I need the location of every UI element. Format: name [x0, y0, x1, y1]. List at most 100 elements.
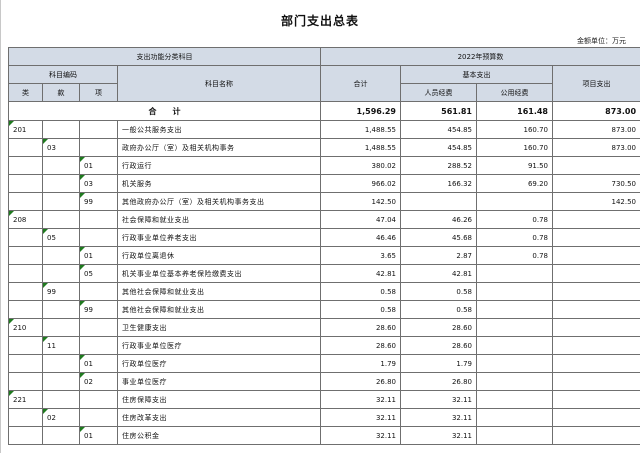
- cell-section[interactable]: 99: [42, 282, 80, 301]
- header-subject-name[interactable]: 科目名称: [117, 65, 321, 102]
- cell-section[interactable]: [42, 426, 80, 445]
- cell-project[interactable]: [551, 156, 640, 175]
- cell-section[interactable]: 03: [42, 138, 80, 157]
- header-section[interactable]: 款: [42, 83, 80, 102]
- cell-project[interactable]: [551, 264, 640, 283]
- cell-personnel[interactable]: 42.81: [400, 264, 477, 283]
- cell-total[interactable]: 380.02: [320, 156, 401, 175]
- cell-class[interactable]: 221: [8, 390, 43, 409]
- cell-section[interactable]: [42, 192, 80, 211]
- cell-total[interactable]: 46.46: [320, 228, 401, 247]
- header-personnel[interactable]: 人员经费: [400, 83, 477, 102]
- cell-personnel[interactable]: 0.58: [400, 282, 477, 301]
- cell-public[interactable]: [476, 336, 553, 355]
- cell-section[interactable]: [42, 174, 80, 193]
- cell-section[interactable]: [42, 372, 80, 391]
- cell-item[interactable]: 01: [79, 354, 118, 373]
- cell-class[interactable]: [8, 264, 43, 283]
- cell-public[interactable]: 69.20: [476, 174, 553, 193]
- cell-class[interactable]: [8, 138, 43, 157]
- cell-project[interactable]: [551, 390, 640, 409]
- cell-project[interactable]: [551, 300, 640, 319]
- cell-item[interactable]: 99: [79, 192, 118, 211]
- total-cell-personnel[interactable]: 561.81: [400, 101, 477, 121]
- header-func-class[interactable]: 支出功能分类科目: [8, 47, 321, 66]
- cell-section[interactable]: 05: [42, 228, 80, 247]
- cell-public[interactable]: [476, 372, 553, 391]
- cell-personnel[interactable]: 288.52: [400, 156, 477, 175]
- header-subject-code[interactable]: 科目编码: [8, 65, 118, 84]
- cell-item[interactable]: 01: [79, 156, 118, 175]
- cell-class[interactable]: [8, 156, 43, 175]
- cell-subject-name[interactable]: 机关服务: [117, 174, 321, 193]
- cell-public[interactable]: 160.70: [476, 138, 553, 157]
- cell-item[interactable]: 99: [79, 300, 118, 319]
- cell-public[interactable]: [476, 318, 553, 337]
- cell-subject-name[interactable]: 行政单位医疗: [117, 354, 321, 373]
- header-basic-expense[interactable]: 基本支出: [400, 65, 553, 84]
- cell-class[interactable]: [8, 282, 43, 301]
- cell-public[interactable]: 91.50: [476, 156, 553, 175]
- cell-personnel[interactable]: 26.80: [400, 372, 477, 391]
- cell-section[interactable]: [42, 246, 80, 265]
- cell-section[interactable]: [42, 264, 80, 283]
- cell-section[interactable]: [42, 156, 80, 175]
- header-item[interactable]: 项: [79, 83, 118, 102]
- cell-project[interactable]: 142.50: [551, 192, 640, 211]
- cell-personnel[interactable]: 166.32: [400, 174, 477, 193]
- cell-project[interactable]: [551, 426, 640, 445]
- cell-personnel[interactable]: 46.26: [400, 210, 477, 229]
- cell-class[interactable]: [8, 372, 43, 391]
- cell-item[interactable]: [79, 228, 118, 247]
- cell-public[interactable]: 0.78: [476, 210, 553, 229]
- cell-personnel[interactable]: 32.11: [400, 390, 477, 409]
- cell-class[interactable]: [8, 192, 43, 211]
- cell-item[interactable]: [79, 210, 118, 229]
- cell-item[interactable]: [79, 120, 118, 139]
- cell-subject-name[interactable]: 机关事业单位基本养老保险缴费支出: [117, 264, 321, 283]
- total-label[interactable]: 合 计: [8, 101, 321, 121]
- cell-item[interactable]: 02: [79, 372, 118, 391]
- cell-public[interactable]: [476, 408, 553, 427]
- cell-project[interactable]: [551, 372, 640, 391]
- cell-item[interactable]: 05: [79, 264, 118, 283]
- cell-total[interactable]: 47.04: [320, 210, 401, 229]
- cell-total[interactable]: 28.60: [320, 336, 401, 355]
- cell-project[interactable]: [551, 228, 640, 247]
- cell-subject-name[interactable]: 政府办公厅（室）及相关机构事务: [117, 138, 321, 157]
- cell-class[interactable]: [8, 246, 43, 265]
- cell-section[interactable]: 02: [42, 408, 80, 427]
- cell-public[interactable]: 0.78: [476, 228, 553, 247]
- cell-personnel[interactable]: 32.11: [400, 408, 477, 427]
- cell-personnel[interactable]: 454.85: [400, 138, 477, 157]
- cell-section[interactable]: 11: [42, 336, 80, 355]
- cell-personnel[interactable]: 1.79: [400, 354, 477, 373]
- cell-section[interactable]: [42, 390, 80, 409]
- cell-total[interactable]: 26.80: [320, 372, 401, 391]
- cell-item[interactable]: 03: [79, 174, 118, 193]
- total-cell-project[interactable]: 873.00: [551, 101, 640, 121]
- cell-item[interactable]: 01: [79, 246, 118, 265]
- cell-subject-name[interactable]: 其他社会保障和就业支出: [117, 282, 321, 301]
- cell-subject-name[interactable]: 其他社会保障和就业支出: [117, 300, 321, 319]
- cell-class[interactable]: [8, 408, 43, 427]
- cell-class[interactable]: [8, 174, 43, 193]
- cell-project[interactable]: 730.50: [551, 174, 640, 193]
- cell-subject-name[interactable]: 住房保障支出: [117, 390, 321, 409]
- cell-project[interactable]: [551, 354, 640, 373]
- cell-item[interactable]: [79, 408, 118, 427]
- cell-project[interactable]: [551, 282, 640, 301]
- cell-personnel[interactable]: 28.60: [400, 336, 477, 355]
- header-class[interactable]: 类: [8, 83, 43, 102]
- cell-class[interactable]: [8, 426, 43, 445]
- cell-personnel[interactable]: 45.68: [400, 228, 477, 247]
- cell-subject-name[interactable]: 卫生健康支出: [117, 318, 321, 337]
- cell-item[interactable]: [79, 336, 118, 355]
- cell-public[interactable]: [476, 192, 553, 211]
- cell-total[interactable]: 32.11: [320, 408, 401, 427]
- cell-section[interactable]: [42, 210, 80, 229]
- cell-class[interactable]: 201: [8, 120, 43, 139]
- cell-total[interactable]: 1,488.55: [320, 138, 401, 157]
- cell-subject-name[interactable]: 行政单位离退休: [117, 246, 321, 265]
- cell-item[interactable]: [79, 138, 118, 157]
